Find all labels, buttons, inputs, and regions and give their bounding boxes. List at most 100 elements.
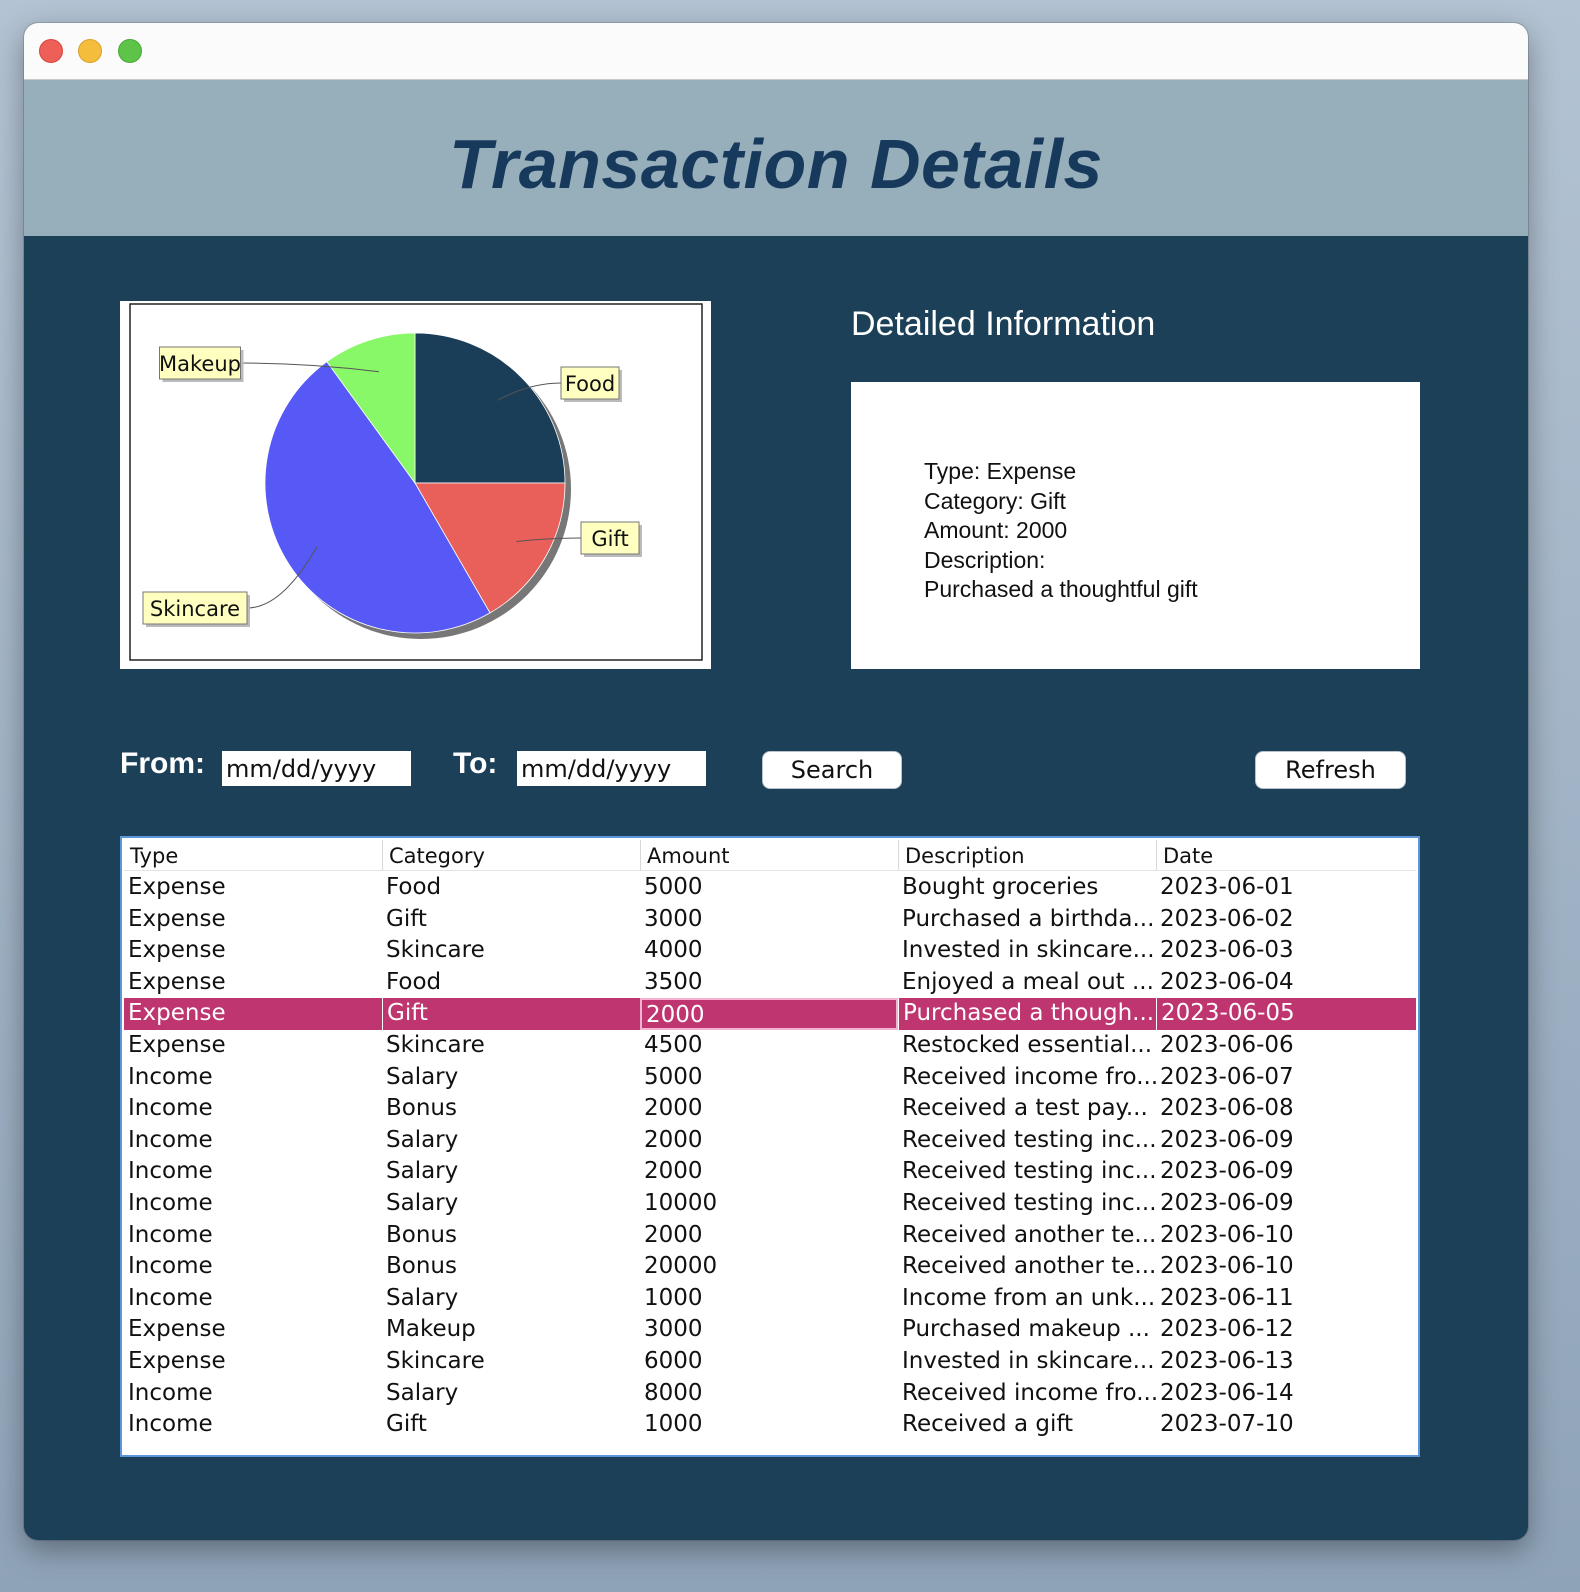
table-cell-amount[interactable]: 3500 <box>640 967 898 999</box>
table-cell-date[interactable]: 2023-06-12 <box>1156 1314 1414 1346</box>
table-row[interactable]: Income Bonus 2000 Received a test pay... 202… <box>124 1093 1416 1125</box>
table-cell-description[interactable]: Received testing inc... <box>898 1156 1156 1188</box>
table-cell-type[interactable]: Income <box>124 1156 382 1188</box>
table-cell-amount[interactable]: 1000 <box>640 1409 898 1441</box>
table-cell-category[interactable]: Salary <box>382 1283 640 1315</box>
table-row[interactable]: Expense Gift 3000 Purchased a birthda... 202… <box>124 904 1416 936</box>
table-cell-description[interactable]: Received another te... <box>898 1220 1156 1252</box>
table-cell-description[interactable]: Received testing inc... <box>898 1188 1156 1220</box>
table-cell-amount[interactable]: 5000 <box>640 872 898 904</box>
table-cell-date[interactable]: 2023-06-06 <box>1156 1030 1414 1062</box>
column-header-date[interactable]: Date <box>1156 840 1414 870</box>
table-cell-category[interactable]: Salary <box>382 1378 640 1410</box>
table-cell-category[interactable]: Gift <box>382 904 640 936</box>
table-cell-date[interactable]: 2023-06-14 <box>1156 1378 1414 1410</box>
table-cell-amount[interactable]: 3000 <box>640 1314 898 1346</box>
table-cell-type[interactable]: Expense <box>124 1030 382 1062</box>
table-cell-description[interactable]: Invested in skincare... <box>898 935 1156 967</box>
table-cell-date[interactable]: 2023-06-08 <box>1156 1093 1414 1125</box>
table-row[interactable]: Income Salary 2000 Received testing inc... 2… <box>124 1125 1416 1157</box>
table-cell-category[interactable]: Skincare <box>382 1030 640 1062</box>
table-cell-category[interactable]: Gift <box>382 1409 640 1441</box>
table-row[interactable]: Income Gift 1000 Received a gift 2023-07-10 <box>124 1409 1416 1441</box>
close-window-button[interactable] <box>39 39 63 63</box>
table-cell-type[interactable]: Income <box>124 1188 382 1220</box>
table-cell-category[interactable]: Salary <box>382 1156 640 1188</box>
table-row[interactable]: Expense Makeup 3000 Purchased makeup ... 202… <box>124 1314 1416 1346</box>
table-row[interactable]: Expense Skincare 6000 Invested in skincare.… <box>124 1346 1416 1378</box>
table-cell-description[interactable]: Received income fro... <box>898 1378 1156 1410</box>
table-cell-description[interactable]: Received income fro... <box>898 1062 1156 1094</box>
search-button[interactable]: Search <box>762 751 902 789</box>
table-row[interactable]: Expense Skincare 4000 Invested in skincare.… <box>124 935 1416 967</box>
table-cell-date[interactable]: 2023-06-11 <box>1156 1283 1414 1315</box>
table-cell-type[interactable]: Income <box>124 1062 382 1094</box>
transactions-table[interactable]: Type Category Amount Description Date Ex… <box>120 836 1420 1457</box>
table-cell-description[interactable]: Received testing inc... <box>898 1125 1156 1157</box>
table-cell-date[interactable]: 2023-06-09 <box>1156 1125 1414 1157</box>
table-cell-category[interactable]: Salary <box>382 1125 640 1157</box>
table-cell-description[interactable]: Purchased makeup ... <box>898 1314 1156 1346</box>
table-cell-category[interactable]: Bonus <box>382 1251 640 1283</box>
table-row[interactable]: Expense Food 3500 Enjoyed a meal out ... 202… <box>124 967 1416 999</box>
table-cell-type[interactable]: Income <box>124 1283 382 1315</box>
table-cell-description[interactable]: Received a test pay... <box>898 1093 1156 1125</box>
table-row[interactable]: Income Bonus 2000 Received another te... 202… <box>124 1220 1416 1252</box>
table-cell-date[interactable]: 2023-06-03 <box>1156 935 1414 967</box>
table-cell-description[interactable]: Purchased a though... <box>898 998 1156 1030</box>
minimize-window-button[interactable] <box>78 39 102 63</box>
table-cell-description[interactable]: Purchased a birthda... <box>898 904 1156 936</box>
table-row[interactable]: Expense Gift 2000 Purchased a though... 2023… <box>124 998 1416 1030</box>
table-cell-date[interactable]: 2023-06-04 <box>1156 967 1414 999</box>
table-cell-type[interactable]: Expense <box>124 935 382 967</box>
table-cell-category[interactable]: Skincare <box>382 935 640 967</box>
table-cell-amount[interactable]: 5000 <box>640 1062 898 1094</box>
table-cell-category[interactable]: Gift <box>382 998 640 1030</box>
table-row[interactable]: Income Salary 10000 Received testing inc...… <box>124 1188 1416 1220</box>
table-cell-date[interactable]: 2023-06-07 <box>1156 1062 1414 1094</box>
table-cell-amount[interactable]: 10000 <box>640 1188 898 1220</box>
table-row[interactable]: Expense Food 5000 Bought groceries 2023-06-0… <box>124 872 1416 904</box>
table-cell-type[interactable]: Expense <box>124 1346 382 1378</box>
table-row[interactable]: Income Bonus 20000 Received another te... 20… <box>124 1251 1416 1283</box>
table-cell-type[interactable]: Expense <box>124 1314 382 1346</box>
table-cell-type[interactable]: Income <box>124 1220 382 1252</box>
table-cell-category[interactable]: Salary <box>382 1188 640 1220</box>
table-cell-description[interactable]: Invested in skincare... <box>898 1346 1156 1378</box>
table-cell-date[interactable]: 2023-06-09 <box>1156 1156 1414 1188</box>
table-cell-amount[interactable]: 3000 <box>640 904 898 936</box>
table-cell-amount[interactable]: 2000 <box>640 1125 898 1157</box>
table-cell-date[interactable]: 2023-06-02 <box>1156 904 1414 936</box>
table-cell-category[interactable]: Bonus <box>382 1220 640 1252</box>
table-cell-category[interactable]: Makeup <box>382 1314 640 1346</box>
table-row[interactable]: Income Salary 5000 Received income fro... 20… <box>124 1062 1416 1094</box>
table-cell-date[interactable]: 2023-07-10 <box>1156 1409 1414 1441</box>
from-date-input[interactable] <box>222 751 411 786</box>
table-cell-type[interactable]: Income <box>124 1378 382 1410</box>
table-cell-category[interactable]: Food <box>382 872 640 904</box>
table-cell-amount[interactable]: 20000 <box>640 1251 898 1283</box>
table-cell-amount[interactable]: 8000 <box>640 1378 898 1410</box>
column-header-category[interactable]: Category <box>382 840 640 870</box>
column-header-description[interactable]: Description <box>898 840 1156 870</box>
table-cell-description[interactable]: Received a gift <box>898 1409 1156 1441</box>
table-cell-category[interactable]: Bonus <box>382 1093 640 1125</box>
table-row[interactable]: Income Salary 1000 Income from an unk... 202… <box>124 1283 1416 1315</box>
table-cell-date[interactable]: 2023-06-05 <box>1156 998 1414 1030</box>
table-cell-type[interactable]: Expense <box>124 872 382 904</box>
table-row[interactable]: Expense Skincare 4500 Restocked essential..… <box>124 1030 1416 1062</box>
maximize-window-button[interactable] <box>118 39 142 63</box>
table-cell-type[interactable]: Expense <box>124 904 382 936</box>
table-cell-amount[interactable]: 2000 <box>640 1220 898 1252</box>
table-cell-date[interactable]: 2023-06-10 <box>1156 1251 1414 1283</box>
table-cell-type[interactable]: Income <box>124 1125 382 1157</box>
table-cell-description[interactable]: Restocked essential... <box>898 1030 1156 1062</box>
table-cell-amount[interactable]: 2000 <box>640 1093 898 1125</box>
table-row[interactable]: Income Salary 8000 Received income fro... 20… <box>124 1378 1416 1410</box>
table-cell-date[interactable]: 2023-06-13 <box>1156 1346 1414 1378</box>
table-cell-description[interactable]: Bought groceries <box>898 872 1156 904</box>
table-cell-amount[interactable]: 6000 <box>640 1346 898 1378</box>
table-cell-amount[interactable]: 4000 <box>640 935 898 967</box>
table-cell-amount[interactable]: 4500 <box>640 1030 898 1062</box>
to-date-input[interactable] <box>517 751 706 786</box>
